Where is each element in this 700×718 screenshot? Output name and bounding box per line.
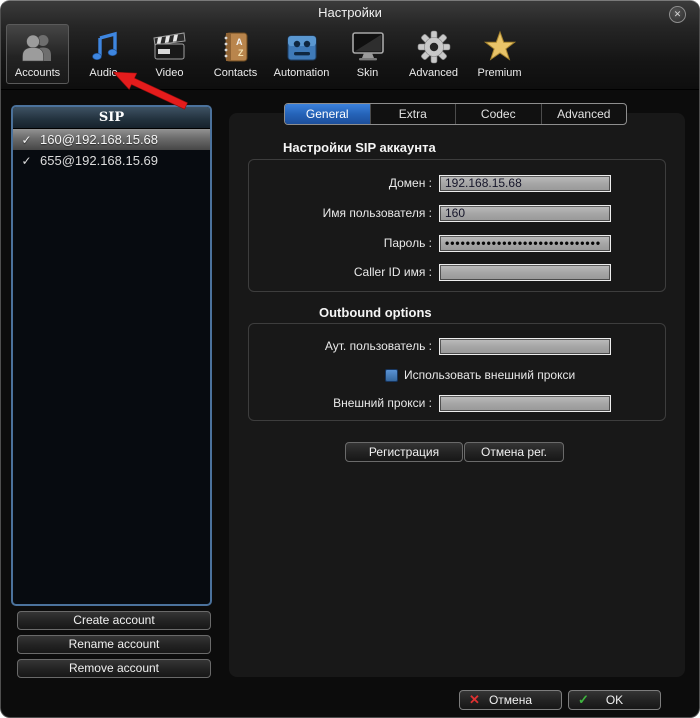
title-bar: Настройки ✕ Accounts [1,1,699,90]
use-external-proxy-label: Использовать внешний прокси [404,368,575,382]
registered-check-icon: ✓ [13,154,40,168]
close-button[interactable]: ✕ [669,6,686,23]
toolbar-item-video[interactable]: Video [138,24,201,84]
contacts-letter-z: Z [238,48,244,58]
toolbar-item-label: Advanced [409,67,458,79]
registered-check-icon: ✓ [13,133,40,147]
toolbar-item-premium[interactable]: Premium [468,24,531,84]
toolbar-item-accounts[interactable]: Accounts [6,24,69,84]
auth-user-field[interactable] [439,338,611,355]
toolbar: Accounts Audio [6,24,531,84]
tab-codec[interactable]: Codec [455,104,541,124]
contacts-letter-a: A [236,37,243,47]
account-label: 655@192.168.15.69 [40,153,158,168]
remove-account-button[interactable]: Remove account [17,659,211,678]
sip-settings-heading: Настройки SIP аккаунта [283,140,436,155]
ok-button[interactable]: ✓ OK [568,690,661,710]
toolbar-item-audio[interactable]: Audio [72,24,135,84]
video-clapperboard-icon [152,28,188,66]
outbound-options-heading: Outbound options [319,305,432,320]
cancel-button-label: Отмена [489,693,532,707]
close-icon: ✕ [674,9,682,19]
audio-note-icon [87,28,121,66]
toolbar-item-label: Audio [89,67,117,79]
domain-field[interactable] [439,175,611,192]
register-button[interactable]: Регистрация [345,442,463,462]
contacts-book-icon: A Z [221,28,251,66]
tab-extra[interactable]: Extra [370,104,456,124]
username-field[interactable] [439,205,611,222]
external-proxy-label: Внешний прокси : [249,396,439,410]
automation-robot-icon [285,28,319,66]
toolbar-item-advanced[interactable]: Advanced [402,24,465,84]
cancel-x-icon: ✕ [469,691,480,709]
ok-button-label: OK [606,693,623,707]
sip-accounts-panel: SIP ✓ 160@192.168.15.68 ✓ 655@192.168.15… [11,105,212,606]
create-account-button[interactable]: Create account [17,611,211,630]
unregister-button[interactable]: Отмена рег. [464,442,564,462]
settings-tabs: General Extra Codec Advanced [284,103,627,125]
rename-account-button[interactable]: Rename account [17,635,211,654]
password-field[interactable] [439,235,611,252]
domain-label: Домен : [249,176,439,190]
sip-settings-groupbox: Домен : Имя пользователя : Пароль : Call… [248,159,666,292]
window-title: Настройки [1,5,699,20]
external-proxy-field[interactable] [439,395,611,412]
toolbar-item-label: Video [156,67,184,79]
use-external-proxy-checkbox[interactable] [385,369,398,382]
toolbar-item-label: Skin [357,67,378,79]
caller-id-label: Caller ID имя : [249,265,439,279]
account-actions: Create account Rename account Remove acc… [17,611,211,678]
advanced-gear-icon [417,28,451,66]
settings-dialog: Настройки ✕ Accounts [0,0,700,718]
caller-id-field[interactable] [439,264,611,281]
username-label: Имя пользователя : [249,206,439,220]
toolbar-item-label: Contacts [214,67,257,79]
cancel-button[interactable]: ✕ Отмена [459,690,562,710]
auth-user-label: Аут. пользователь : [249,339,439,353]
outbound-options-groupbox: Аут. пользователь : Использовать внешний… [248,323,666,421]
account-row[interactable]: ✓ 160@192.168.15.68 [13,129,210,150]
tab-advanced[interactable]: Advanced [541,104,627,124]
tab-general[interactable]: General [285,104,370,124]
account-row[interactable]: ✓ 655@192.168.15.69 [13,150,210,171]
toolbar-item-label: Premium [477,67,521,79]
ok-check-icon: ✓ [578,691,589,709]
toolbar-item-skin[interactable]: Skin [336,24,399,84]
account-label: 160@192.168.15.68 [40,132,158,147]
skin-monitor-icon [350,28,386,66]
premium-star-icon [482,28,518,66]
toolbar-item-label: Accounts [15,67,60,79]
toolbar-item-automation[interactable]: Automation [270,24,333,84]
toolbar-item-label: Automation [274,67,330,79]
toolbar-item-contacts[interactable]: A Z Contacts [204,24,267,84]
password-label: Пароль : [249,236,439,250]
accounts-people-icon [20,28,56,66]
sip-panel-header: SIP [13,107,210,129]
